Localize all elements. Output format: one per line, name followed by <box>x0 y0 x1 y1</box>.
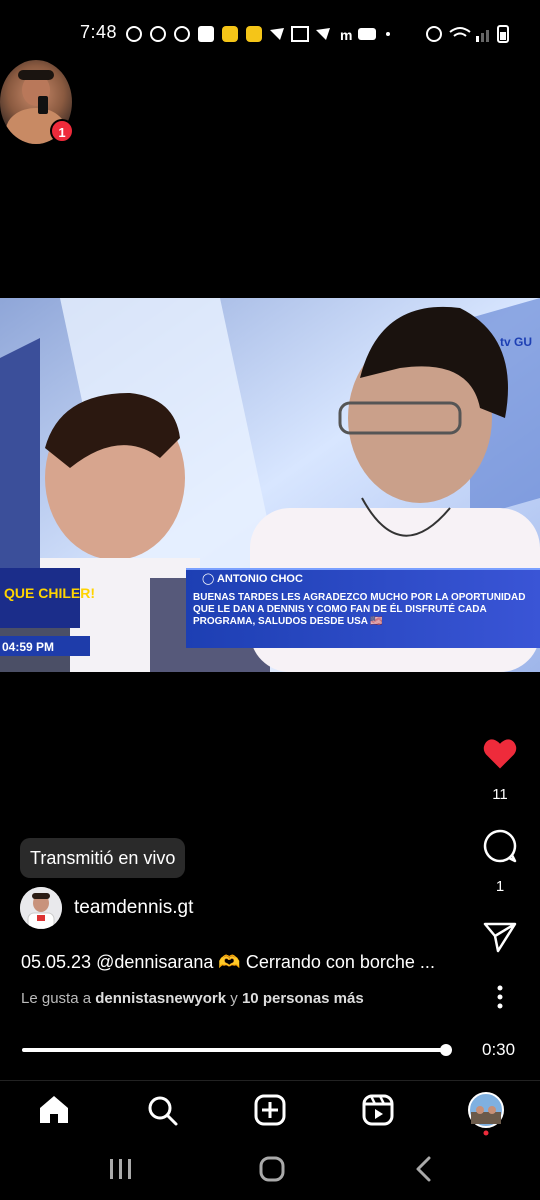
search-tab[interactable] <box>142 1090 182 1130</box>
share-button[interactable] <box>482 920 518 959</box>
search-icon <box>148 1096 178 1126</box>
home-tab[interactable] <box>34 1090 74 1130</box>
home-icon <box>40 1096 68 1123</box>
author-username[interactable]: teamdennis.gt <box>74 897 193 919</box>
heart-icon <box>483 739 517 769</box>
profile-avatar <box>468 1092 504 1136</box>
author-avatar[interactable] <box>20 887 62 929</box>
likes-count: 11 <box>492 786 508 803</box>
reels-icon <box>362 1094 394 1126</box>
overlay-name: ◯ ANTONIO CHOC <box>202 573 303 585</box>
like-button[interactable] <box>480 736 520 775</box>
alarm-wifi-signal-battery-icons <box>426 25 509 43</box>
create-icon <box>254 1094 286 1126</box>
nav-divider <box>0 1080 540 1081</box>
progress-scrubber[interactable] <box>440 1044 452 1056</box>
status-time: 7:48 <box>80 22 118 42</box>
overlay-message: BUENAS TARDES LES AGRADEZCO MUCHO POR LA… <box>193 592 526 627</box>
notification-icons-row: m <box>126 26 390 43</box>
home-system-button[interactable] <box>258 1154 286 1189</box>
comment-button[interactable] <box>482 828 518 869</box>
profile-tab[interactable] <box>466 1090 506 1136</box>
back-button[interactable] <box>412 1154 436 1189</box>
channel-text: tv GU <box>500 335 532 349</box>
home-circle-icon <box>259 1156 285 1182</box>
author-avatar-image <box>20 887 62 929</box>
liked-user[interactable]: dennistasnewyork <box>95 990 226 1007</box>
liked-others[interactable]: 10 personas más <box>242 990 364 1007</box>
status-bar: 7:48 m <box>0 0 540 66</box>
notification-badge: 1 <box>50 119 74 143</box>
show-logo-text: QUE CHILER! <box>4 585 95 601</box>
whatsapp-icon: ◯ <box>202 573 217 585</box>
more-options-button[interactable] <box>490 984 510 1015</box>
svg-text:m: m <box>340 27 352 43</box>
comment-icon <box>483 829 517 863</box>
reels-tab[interactable] <box>358 1090 398 1130</box>
video-progress-bar[interactable] <box>22 1048 446 1052</box>
liked-prefix: Le gusta a <box>21 990 96 1007</box>
live-broadcast-label: Transmitió en vivo <box>20 838 186 878</box>
time-remaining: 0:30 <box>482 1040 516 1059</box>
send-icon <box>483 922 517 953</box>
more-vertical-icon <box>497 985 503 1009</box>
post-author[interactable]: teamdennis.gt <box>20 886 193 930</box>
recent-apps-icon <box>110 1159 131 1179</box>
back-chevron-icon <box>416 1156 431 1182</box>
create-tab[interactable] <box>250 1090 290 1130</box>
recent-apps-button[interactable] <box>108 1154 134 1189</box>
liked-by-text[interactable]: Le gusta a dennistasnewyork y 10 persona… <box>21 990 364 1007</box>
system-status-icons <box>424 22 510 44</box>
show-time-text: 04:59 PM <box>2 640 54 654</box>
liked-mid: y <box>226 990 242 1007</box>
comments-count: 1 <box>495 878 505 895</box>
notification-icons: m <box>122 24 392 44</box>
story-avatar[interactable]: 1 <box>0 60 74 144</box>
post-caption[interactable]: 05.05.23 @dennisarana 🫶 Cerrando con bor… <box>21 952 481 973</box>
